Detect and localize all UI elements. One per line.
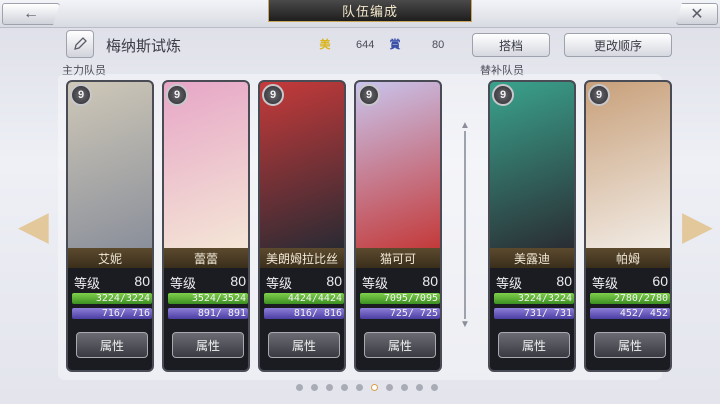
mp-bar: 716/ 716: [72, 308, 152, 319]
mp-bar: 891/ 891: [168, 308, 248, 319]
level-label: 等级: [266, 276, 293, 291]
up-arrow-icon: ▲: [460, 120, 470, 131]
character-portrait: [68, 82, 152, 248]
page-dot[interactable]: [431, 384, 438, 391]
mp-bar: 816/ 816: [264, 308, 344, 319]
level-row: 等级 80: [494, 272, 574, 291]
character-card[interactable]: 9 猫可可 等级 80 7095/7095 725/ 725 属性: [354, 80, 442, 372]
change-order-button[interactable]: 更改顺序: [564, 33, 672, 57]
level-label: 等级: [74, 276, 101, 291]
page-dot[interactable]: [296, 384, 303, 391]
character-card[interactable]: 9 美朗姆拉比丝 等级 80 4424/4424 816/ 816 属性: [258, 80, 346, 372]
character-portrait: [586, 82, 670, 248]
page-dot[interactable]: [416, 384, 423, 391]
rarity-badge: 9: [166, 84, 188, 106]
attribute-button[interactable]: 属性: [172, 332, 244, 358]
team-name: 梅纳斯试炼: [106, 38, 182, 55]
level-value: 80: [134, 273, 150, 289]
partner-button[interactable]: 搭档: [472, 33, 550, 57]
character-name: 猫可可: [356, 248, 440, 268]
character-portrait: [356, 82, 440, 248]
rarity-badge: 9: [588, 84, 610, 106]
stat-a-value: 644: [356, 39, 375, 51]
close-icon: ✕: [690, 6, 704, 23]
level-row: 等级 80: [72, 272, 152, 291]
stat-b-value: 80: [432, 39, 445, 51]
level-row: 等级 80: [168, 272, 248, 291]
level-value: 80: [422, 273, 438, 289]
team-info-row: 梅纳斯试炼 美 644 賞 80: [66, 30, 466, 58]
level-value: 80: [230, 273, 246, 289]
attribute-button[interactable]: 属性: [76, 332, 148, 358]
mp-bar: 725/ 725: [360, 308, 440, 319]
level-value: 80: [556, 273, 572, 289]
page-dot[interactable]: [386, 384, 393, 391]
prev-page-arrow[interactable]: ◀: [18, 204, 49, 248]
page-dot[interactable]: [341, 384, 348, 391]
rarity-badge: 9: [262, 84, 284, 106]
hp-bar: 2780/2780: [590, 293, 670, 304]
character-portrait: [164, 82, 248, 248]
rarity-badge: 9: [70, 84, 92, 106]
character-name: 美露迪: [490, 248, 574, 268]
level-label: 等级: [496, 276, 523, 291]
character-card[interactable]: 9 蕾蕾 等级 80 3524/3524 891/ 891 属性: [162, 80, 250, 372]
hp-bar: 7095/7095: [360, 293, 440, 304]
character-name: 艾妮: [68, 248, 152, 268]
close-button[interactable]: ✕: [676, 3, 718, 25]
level-value: 80: [326, 273, 342, 289]
character-portrait: [260, 82, 344, 248]
mp-bar: 452/ 452: [590, 308, 670, 319]
page-dot[interactable]: [326, 384, 333, 391]
page-dot[interactable]: [356, 384, 363, 391]
pencil-icon: [74, 37, 87, 50]
level-label: 等级: [362, 276, 389, 291]
page-dot[interactable]: [311, 384, 318, 391]
character-name: 美朗姆拉比丝: [260, 248, 344, 268]
attribute-button[interactable]: 属性: [498, 332, 570, 358]
stat-a-icon: 美: [319, 39, 331, 51]
roster-divider: ▲ ▼: [460, 120, 470, 330]
character-card[interactable]: 9 艾妮 等级 80 3224/3224 716/ 716 属性: [66, 80, 154, 372]
page-dot[interactable]: [401, 384, 408, 391]
level-row: 等级 80: [264, 272, 344, 291]
hp-bar: 3224/3224: [494, 293, 574, 304]
hp-bar: 3524/3524: [168, 293, 248, 304]
rarity-badge: 9: [492, 84, 514, 106]
hp-bar: 4424/4424: [264, 293, 344, 304]
character-name: 蕾蕾: [164, 248, 248, 268]
attribute-button[interactable]: 属性: [364, 332, 436, 358]
edit-name-button[interactable]: [66, 30, 94, 58]
level-label: 等级: [170, 276, 197, 291]
arrow-left-icon: ←: [23, 5, 39, 22]
next-page-arrow[interactable]: ▶: [682, 204, 713, 248]
attribute-button[interactable]: 属性: [268, 332, 340, 358]
character-portrait: [490, 82, 574, 248]
attribute-button[interactable]: 属性: [594, 332, 666, 358]
back-button[interactable]: ←: [2, 3, 60, 25]
pagination-dots: [296, 384, 446, 392]
character-card[interactable]: 9 美露迪 等级 80 3224/3224 731/ 731 属性: [488, 80, 576, 372]
level-value: 60: [652, 273, 668, 289]
character-name: 帕姆: [586, 248, 670, 268]
rarity-badge: 9: [358, 84, 380, 106]
stat-b-icon: 賞: [389, 39, 401, 51]
page-title: 队伍编成: [268, 0, 472, 22]
level-label: 等级: [592, 276, 619, 291]
level-row: 等级 80: [360, 272, 440, 291]
hp-bar: 3224/3224: [72, 293, 152, 304]
page-dot[interactable]: [371, 384, 378, 391]
mp-bar: 731/ 731: [494, 308, 574, 319]
character-card[interactable]: 9 帕姆 等级 60 2780/2780 452/ 452 属性: [584, 80, 672, 372]
down-arrow-icon: ▼: [460, 319, 470, 330]
level-row: 等级 60: [590, 272, 670, 291]
